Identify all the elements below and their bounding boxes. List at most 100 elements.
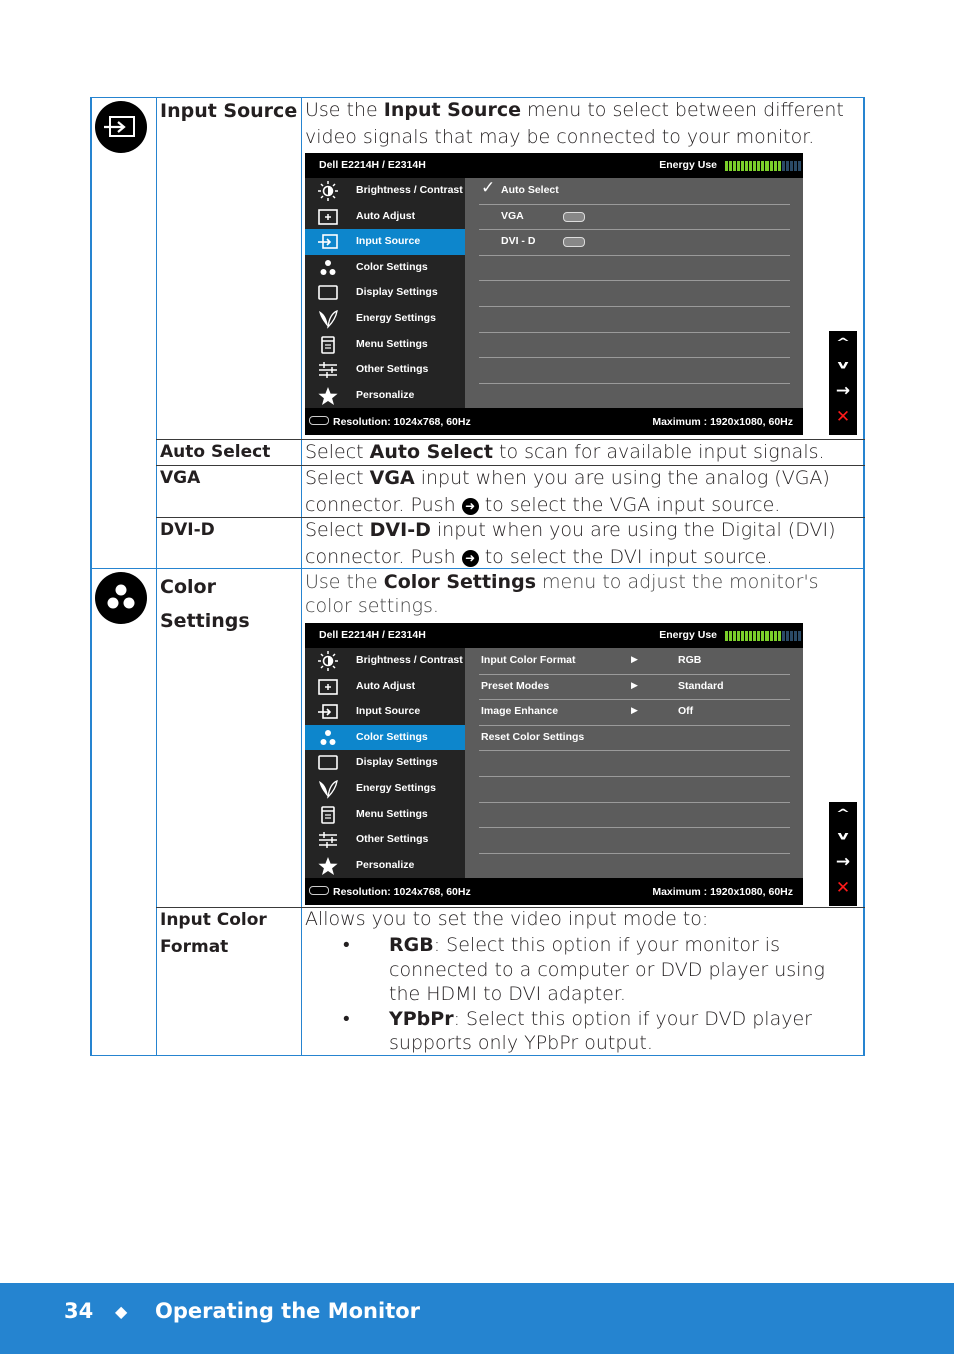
osd-menu-item[interactable]: Color Settings [305, 255, 465, 281]
submenu-arrow-icon: ▶ [631, 705, 638, 716]
osd-menu-item[interactable]: Other Settings [305, 357, 465, 383]
osd-menu-item-label: Other Settings [356, 833, 429, 846]
nav-enter-icon[interactable]: → [829, 852, 857, 872]
nav-down-icon[interactable]: v [829, 358, 857, 372]
energy-bar-segment [797, 161, 801, 171]
row-desc-auto-select: Select Auto Select to scan for available… [305, 439, 860, 466]
energy-bar-segment [793, 631, 797, 641]
diamond-separator-icon: ◆ [115, 1302, 128, 1321]
nav-exit-icon[interactable]: ✕ [829, 878, 857, 898]
column-divider [156, 97, 157, 1056]
desc-bold: Input Source [383, 99, 521, 121]
nav-enter-icon[interactable]: → [829, 381, 857, 401]
osd-resolution: Resolution: 1024x768, 60Hz [309, 886, 471, 898]
osd-menu-item-label: Auto Adjust [356, 679, 416, 692]
bullet-text: : Select this option if your monitor is … [389, 934, 825, 1005]
osd-menu-item[interactable]: Input Source [305, 699, 465, 725]
osd-menu-item[interactable]: Energy Settings [305, 776, 465, 802]
energy-bar-segment [789, 161, 793, 171]
desc-bold: Color Settings [383, 571, 536, 593]
osd-submenu-row [479, 255, 790, 282]
energy-bar-segment [749, 631, 753, 641]
energy-bar-segment [757, 161, 761, 171]
osd-menu-item[interactable]: Input Source [305, 229, 465, 255]
table-border-right [863, 97, 865, 1056]
nav-up-icon[interactable]: ^ [829, 807, 857, 821]
osd-maximum-resolution: Maximum : 1920x1080, 60Hz [652, 886, 793, 898]
page-number: 34 [64, 1299, 94, 1323]
desc-text: to select the VGA input source. [478, 494, 781, 516]
osd-maximum-resolution: Maximum : 1920x1080, 60Hz [652, 416, 793, 428]
osd-option-label: Input Color Format [481, 654, 576, 666]
osd-menu-item[interactable]: Auto Adjust [305, 204, 465, 230]
osd-menu-item[interactable]: Auto Adjust [305, 674, 465, 700]
osd-option-label: VGA [501, 209, 524, 222]
osd-menu-item[interactable]: Menu Settings [305, 332, 465, 358]
osd-submenu-row[interactable]: ✓ Auto Select [479, 178, 790, 205]
nav-down-icon[interactable]: v [829, 829, 857, 843]
osd-submenu-row[interactable]: Image Enhance ▶ Off [479, 699, 790, 726]
bullet-item: YPbPr: Select this option if your DVD pl… [305, 1007, 860, 1056]
osd-submenu-row [479, 827, 790, 854]
osd-submenu-row[interactable]: Preset Modes ▶ Standard [479, 674, 790, 701]
desc-text: Use the [305, 571, 384, 593]
energy-bar-segment [781, 161, 785, 171]
osd-main-menu: Brightness / Contrast Auto Adjust Input So… [305, 648, 465, 878]
osd-menu-item-label: Other Settings [356, 363, 429, 376]
osd-menu-item[interactable]: Brightness / Contrast [305, 648, 465, 674]
row-desc-input-color-format: Allows you to set the video input mode t… [305, 908, 709, 930]
bullet-term: RGB [389, 934, 434, 956]
energy-bar-segment [773, 161, 777, 171]
energy-bar-segment [797, 631, 801, 641]
osd-option-label: Auto Select [501, 184, 559, 196]
desc-bold: Auto Select [369, 441, 493, 463]
energy-settings-icon [317, 309, 339, 329]
energy-bar-segment [781, 631, 785, 641]
energy-bar-segment [725, 161, 729, 171]
personalize-icon [317, 386, 339, 406]
osd-menu-item[interactable]: Color Settings [305, 724, 465, 751]
bullet-item: RGB: Select this option if your monitor … [305, 933, 860, 1007]
osd-menu-item[interactable]: Energy Settings [305, 306, 465, 332]
resolution-text: Resolution: 1024x768, 60Hz [333, 416, 471, 428]
energy-bar-segment [725, 631, 729, 641]
osd-nav-buttons: ^ v → ✕ [829, 331, 857, 435]
osd-menu-item[interactable]: Brightness / Contrast [305, 178, 465, 204]
color-settings-icon [95, 572, 147, 624]
energy-bar-segment [793, 161, 797, 171]
nav-exit-icon[interactable]: ✕ [829, 407, 857, 427]
osd-menu-item[interactable]: Display Settings [305, 750, 465, 776]
osd-submenu-row[interactable]: Input Color Format ▶ RGB [479, 648, 790, 675]
energy-bar-segment [769, 161, 773, 171]
nav-up-icon[interactable]: ^ [829, 336, 857, 350]
display-settings-icon [317, 753, 339, 773]
energy-bar-segment [785, 161, 789, 171]
section-title-color-settings: Color Settings [160, 570, 250, 638]
energy-bar-segment [757, 631, 761, 641]
energy-bar-segment [765, 161, 769, 171]
submenu-arrow-icon: ▶ [631, 654, 638, 664]
osd-submenu-row[interactable]: Reset Color Settings [479, 725, 790, 752]
osd-option-value: Off [678, 705, 694, 718]
osd-menu-item-label: Energy Settings [356, 782, 436, 794]
desc-text: connector. Push [305, 546, 462, 568]
osd-menu-item[interactable]: Personalize [305, 383, 465, 409]
submenu-arrow-icon: ▶ [631, 679, 638, 690]
osd-submenu-row[interactable]: DVI - D [479, 229, 790, 256]
osd-menu-item-label: Energy Settings [356, 312, 436, 324]
osd-menu-item[interactable]: Personalize [305, 853, 465, 879]
row-desc-vga: Select VGA input when you are using the … [305, 465, 860, 519]
color-settings-icon [317, 258, 339, 278]
osd-submenu-row[interactable]: VGA [479, 204, 790, 231]
osd-submenu-row [479, 776, 790, 803]
osd-menu-item[interactable]: Display Settings [305, 280, 465, 306]
energy-bar-segment [741, 161, 745, 171]
energy-bar-segment [737, 631, 741, 641]
brightness-icon [317, 181, 339, 201]
osd-submenu-row [479, 306, 790, 333]
osd-menu-item[interactable]: Menu Settings [305, 802, 465, 828]
osd-menu-item[interactable]: Other Settings [305, 827, 465, 853]
desc-text: Use the [305, 99, 384, 121]
energy-bar-segment [773, 631, 777, 641]
menu-settings-icon [317, 335, 339, 355]
